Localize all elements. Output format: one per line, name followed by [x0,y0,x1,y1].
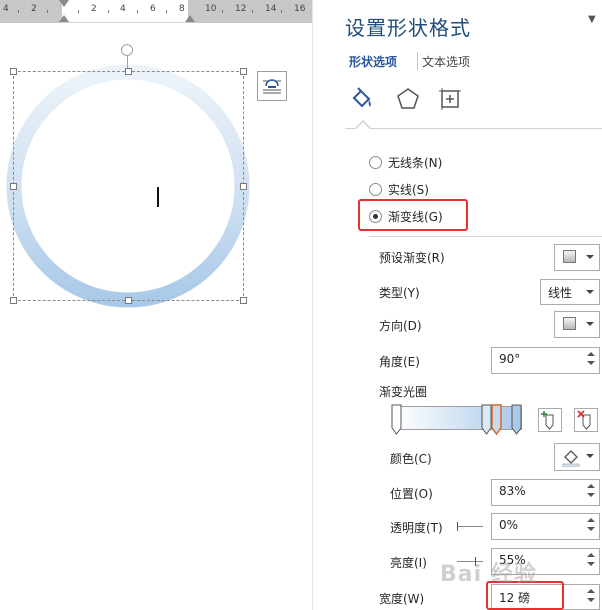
chevron-down-icon [586,322,594,326]
remove-stop-button[interactable] [574,408,598,432]
direction-swatch-icon [563,317,576,330]
angle-value: 90° [499,352,521,366]
spin-up-icon[interactable] [587,518,595,522]
transparency-slider-thumb[interactable] [457,522,458,531]
tab-separator [417,52,418,70]
spin-up-icon[interactable] [587,589,595,593]
add-stop-icon [541,411,554,430]
spin-down-icon[interactable] [587,361,595,365]
icon-tab-pointer-fill [356,122,370,129]
resize-handle-top[interactable] [125,68,132,75]
text-cursor [157,187,159,207]
transparency-spinner[interactable] [586,516,596,534]
paint-bucket-icon [562,450,580,467]
effects-pentagon-icon[interactable] [395,86,419,110]
brightness-slider-thumb[interactable] [475,557,476,566]
preset-gradient-label: 预设渐变(R) [379,251,445,265]
radio-no-line[interactable]: 无线条(N) [369,153,442,171]
width-label: 宽度(W) [379,592,425,606]
tab-shape-options[interactable]: 形状选项 [349,53,397,70]
angle-input[interactable]: 90° [491,347,600,374]
gradient-stop-selected[interactable] [491,404,502,436]
document-canvas[interactable]: 4 2 2 4 6 8 10 12 14 16 [0,0,312,610]
direction-label: 方向(D) [379,319,422,333]
resize-handle-top-right[interactable] [240,68,247,75]
chevron-down-icon [586,255,594,259]
size-properties-icon[interactable] [437,86,461,110]
position-spinner[interactable] [586,482,596,500]
add-stop-button[interactable] [538,408,562,432]
pane-menu-chevron-icon[interactable]: ▼ [588,14,596,25]
type-dropdown[interactable]: 线性 [540,279,600,305]
spin-up-icon[interactable] [587,352,595,356]
pane-splitter[interactable] [312,0,331,610]
color-picker-dropdown[interactable] [554,443,600,471]
radio-label: 无线条(N) [388,155,443,170]
type-value: 线性 [548,286,573,300]
resize-handle-top-left[interactable] [10,68,17,75]
chevron-down-icon [586,290,594,294]
section-divider [369,236,602,237]
tab-text-options[interactable]: 文本选项 [422,53,470,70]
spin-down-icon[interactable] [587,598,595,602]
icon-tab-divider [345,128,602,129]
spin-up-icon[interactable] [587,553,595,557]
angle-spinner[interactable] [586,350,596,368]
radio-button[interactable] [369,155,382,169]
brightness-slider[interactable] [457,561,483,562]
radio-solid-line[interactable]: 实线(S) [369,180,429,198]
position-input[interactable]: 83% [491,479,600,506]
brightness-label: 亮度(I) [390,556,427,570]
highlight-width [486,581,564,610]
wrap-text-icon [263,79,281,94]
width-spinner[interactable] [586,587,596,605]
spin-down-icon[interactable] [587,562,595,566]
spin-up-icon[interactable] [587,484,595,488]
resize-handle-bottom-right[interactable] [240,297,247,304]
highlight-gradient-line [358,199,468,231]
position-label: 位置(O) [390,487,433,501]
gradient-swatch-icon [563,250,576,263]
spin-down-icon[interactable] [587,527,595,531]
resize-handle-bottom[interactable] [125,297,132,304]
rotate-connector [127,56,128,68]
radio-button[interactable] [369,182,382,196]
transparency-slider[interactable] [457,526,483,527]
brightness-spinner[interactable] [586,551,596,569]
gradient-stop-3[interactable] [511,404,522,436]
preset-gradient-dropdown[interactable] [554,244,600,271]
shape-selection-frame[interactable] [10,68,247,304]
brightness-value: 55% [499,553,526,567]
gradient-stop-1[interactable] [391,404,402,436]
fill-line-icon[interactable] [349,86,373,110]
resize-handle-left[interactable] [10,183,17,190]
radio-label: 实线(S) [388,182,429,197]
position-value: 83% [499,484,526,498]
type-label: 类型(Y) [379,286,420,300]
spin-down-icon[interactable] [587,493,595,497]
format-shape-pane: 设置形状格式 ▼ 形状选项 文本选项 无线条(N) 实线(S) 渐变线(G) 预… [331,0,602,610]
chevron-down-icon [586,454,594,458]
pane-title: 设置形状格式 [345,16,471,40]
direction-dropdown[interactable] [554,311,600,338]
gradient-stops-bar[interactable] [395,406,522,430]
resize-handle-right[interactable] [240,183,247,190]
angle-label: 角度(E) [379,355,420,369]
color-label: 颜色(C) [390,452,432,466]
transparency-input[interactable]: 0% [491,513,600,540]
transparency-label: 透明度(T) [390,521,443,535]
resize-handle-bottom-left[interactable] [10,297,17,304]
gradient-stops-label: 渐变光圈 [379,385,428,399]
remove-stop-icon [577,410,591,430]
brightness-input[interactable]: 55% [491,548,600,575]
transparency-value: 0% [499,518,519,532]
layout-options-button[interactable] [257,71,287,101]
rotate-handle-icon[interactable] [121,44,133,56]
